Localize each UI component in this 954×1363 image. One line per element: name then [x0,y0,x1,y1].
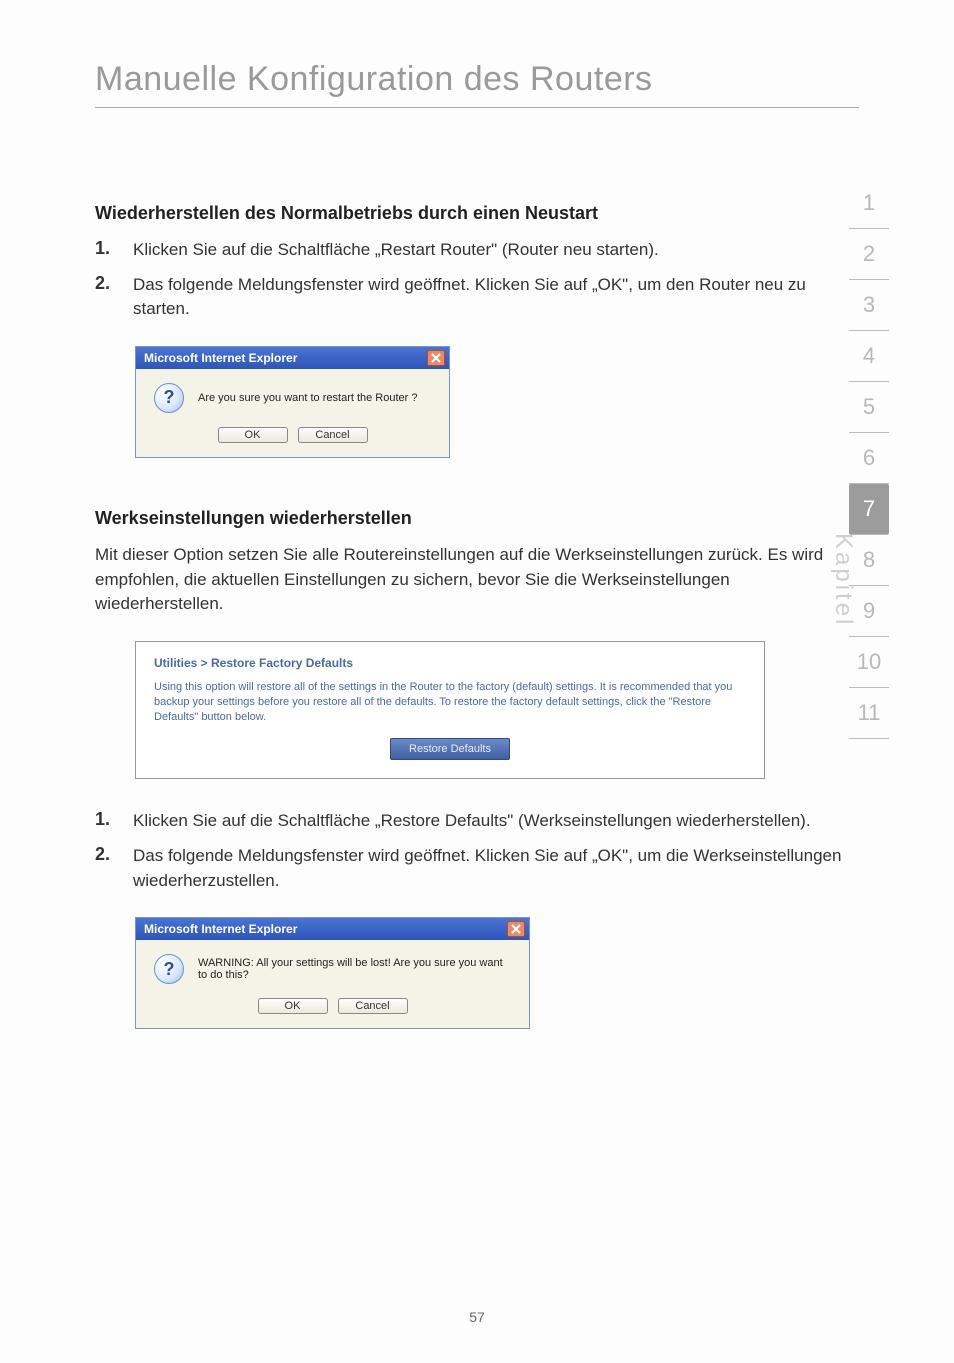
close-icon[interactable] [507,921,525,937]
cancel-button[interactable]: Cancel [338,998,408,1014]
nav-chapter-2[interactable]: 2 [849,229,889,280]
step-number: 1. [95,238,133,263]
dialog-body: ? Are you sure you want to restart the R… [136,369,449,457]
dialog-titlebar: Microsoft Internet Explorer [136,347,449,369]
page-title: Manuelle Konfiguration des Routers [95,60,859,99]
chapter-nav: Kapitel 1 2 3 4 5 6 7 8 9 10 11 [849,178,889,739]
nav-chapter-11[interactable]: 11 [849,688,889,739]
nav-chapter-4[interactable]: 4 [849,331,889,382]
restore-defaults-button[interactable]: Restore Defaults [390,738,510,760]
section1-steps: 1. Klicken Sie auf die Schaltfläche „Res… [95,238,859,322]
nav-chapter-1[interactable]: 1 [849,178,889,229]
ok-button[interactable]: OK [258,998,328,1014]
step-text: Klicken Sie auf die Schaltfläche „Restor… [133,809,811,834]
list-item: 1. Klicken Sie auf die Schaltfläche „Res… [95,238,859,263]
nav-chapter-7[interactable]: 7 [849,484,889,535]
section2-heading: Werkseinstellungen wiederherstellen [95,508,859,529]
section2-intro: Mit dieser Option setzen Sie alle Router… [95,543,859,617]
nav-chapter-10[interactable]: 10 [849,637,889,688]
restore-defaults-panel: Utilities > Restore Factory Defaults Usi… [135,641,765,780]
section1-heading: Wiederherstellen des Normalbetriebs durc… [95,203,859,224]
title-rule [95,107,859,108]
step-number: 2. [95,844,133,893]
nav-chapter-6[interactable]: 6 [849,433,889,484]
step-text: Klicken Sie auf die Schaltfläche „Restar… [133,238,659,263]
step-text: Das folgende Meldungsfenster wird geöffn… [133,844,859,893]
dialog-body: ? WARNING: All your settings will be los… [136,940,529,1028]
cancel-button[interactable]: Cancel [298,427,368,443]
dialog-message: WARNING: All your settings will be lost!… [198,957,511,981]
dialog-title: Microsoft Internet Explorer [144,351,297,365]
page-number: 57 [0,1309,954,1325]
step-text: Das folgende Meldungsfenster wird geöffn… [133,273,859,322]
step-number: 1. [95,809,133,834]
dialog-message: Are you sure you want to restart the Rou… [198,392,418,404]
question-icon: ? [154,954,184,984]
list-item: 2. Das folgende Meldungsfenster wird geö… [95,844,859,893]
dialog-titlebar: Microsoft Internet Explorer [136,918,529,940]
breadcrumb: Utilities > Restore Factory Defaults [154,656,746,670]
step-number: 2. [95,273,133,322]
nav-chapter-5[interactable]: 5 [849,382,889,433]
nav-chapter-3[interactable]: 3 [849,280,889,331]
dialog-title: Microsoft Internet Explorer [144,922,297,936]
close-icon[interactable] [427,350,445,366]
list-item: 1. Klicken Sie auf die Schaltfläche „Res… [95,809,859,834]
panel-description: Using this option will restore all of th… [154,680,746,725]
restart-dialog: Microsoft Internet Explorer ? Are you su… [135,346,450,458]
chapter-label: Kapitel [829,533,857,627]
question-icon: ? [154,383,184,413]
ok-button[interactable]: OK [218,427,288,443]
warning-dialog: Microsoft Internet Explorer ? WARNING: A… [135,917,530,1029]
list-item: 2. Das folgende Meldungsfenster wird geö… [95,273,859,322]
section3-steps: 1. Klicken Sie auf die Schaltfläche „Res… [95,809,859,893]
